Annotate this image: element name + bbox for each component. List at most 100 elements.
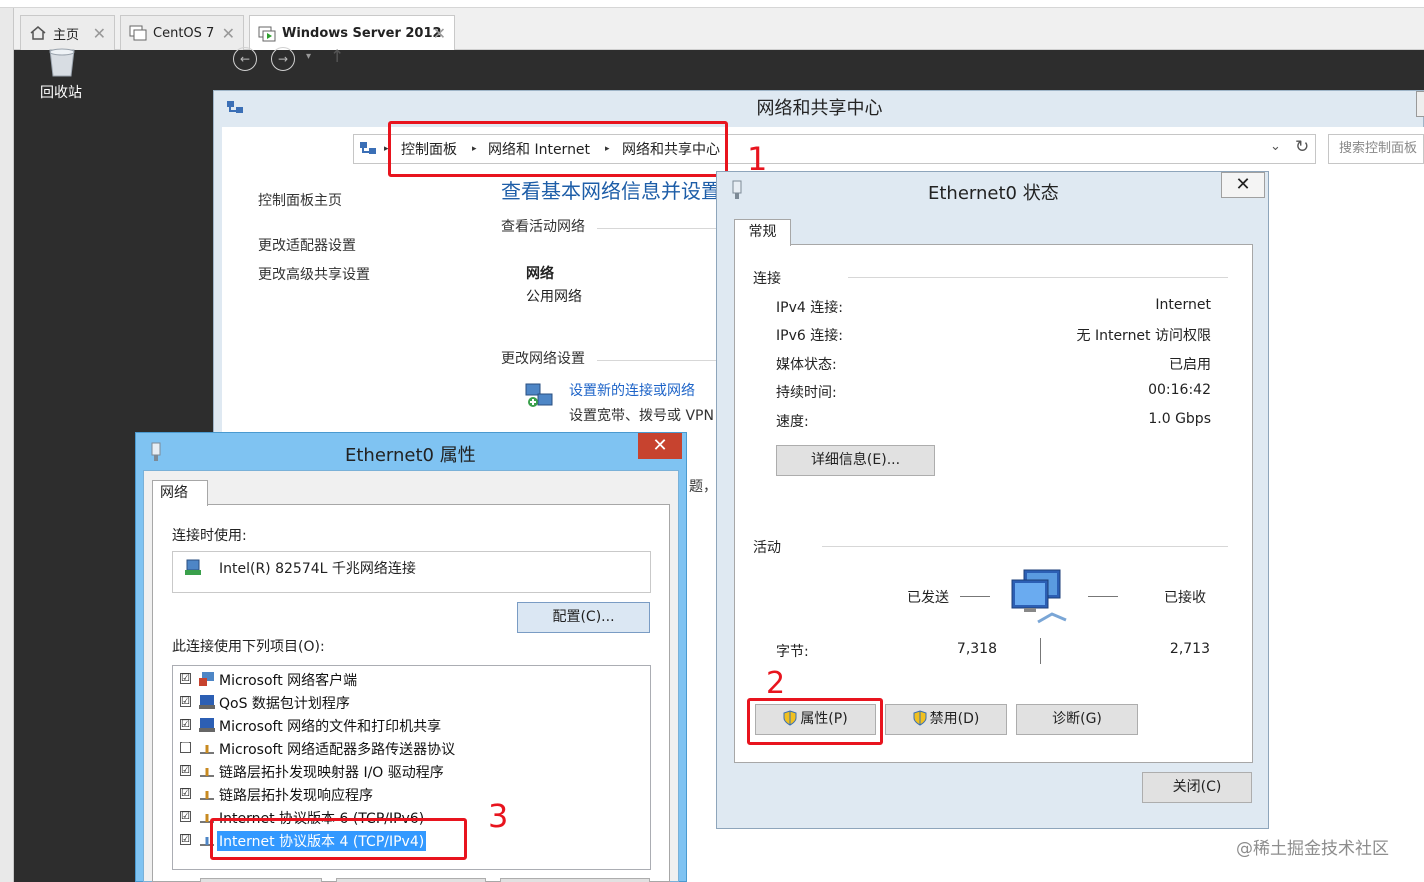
uac-shield-icon: [913, 708, 927, 726]
duration-label: 持续时间:: [776, 385, 837, 401]
search-input[interactable]: 搜索控制面板: [1328, 134, 1424, 164]
annotation-box-3: [210, 818, 467, 860]
setup-connection-link[interactable]: 设置新的连接或网络: [569, 380, 695, 400]
checkbox[interactable]: ☑: [180, 834, 191, 845]
home-icon: [29, 25, 47, 41]
bytes-received-value: 2,713: [1169, 641, 1210, 657]
received-label: 已接收: [1164, 590, 1206, 606]
network-type[interactable]: 公用网络: [526, 286, 582, 306]
item-label: Microsoft 网络客户端: [219, 673, 358, 689]
status-close-button[interactable]: ✕: [1221, 172, 1265, 198]
checkbox[interactable]: ☑: [180, 788, 191, 799]
chevron-down-icon[interactable]: ⌄: [1270, 139, 1281, 154]
item-label: Microsoft 网络的文件和打印机共享: [219, 719, 442, 735]
disable-button-label: 禁用(D): [929, 711, 980, 727]
adapter-name: Intel(R) 82574L 千兆网络连接: [219, 561, 416, 577]
network-name: 网络: [526, 266, 554, 282]
close-icon[interactable]: ✕: [433, 24, 446, 43]
annotation-box-1: [388, 121, 728, 177]
watermark: @稀土掘金技术社区: [1236, 839, 1389, 859]
sidebar-item-change-adapter[interactable]: 更改适配器设置: [258, 235, 356, 255]
vm-icon: [129, 25, 147, 41]
network-adapter-icon: [731, 180, 743, 200]
sidebar-item-control-panel-home[interactable]: 控制面板主页: [258, 190, 342, 210]
protocol-icon: [198, 739, 216, 757]
tab-centos-label: CentOS 7: [153, 25, 215, 41]
setup-connection-desc: 设置宽带、拨号或 VPN: [569, 408, 714, 424]
divider: [597, 228, 717, 229]
vm-running-icon: [258, 26, 276, 42]
checkbox[interactable]: ☐: [180, 742, 191, 753]
item-label: 链路层拓扑发现响应程序: [219, 788, 373, 804]
checkbox[interactable]: ☑: [180, 811, 191, 822]
tab-windows-server-label: Windows Server 2012: [282, 26, 442, 41]
item-label: Microsoft 网络适配器多路传送器协议: [219, 742, 456, 758]
properties-dialog-title: Ethernet0 属性: [345, 445, 476, 466]
checkbox[interactable]: ☑: [180, 673, 191, 684]
sidebar-item-advanced-sharing[interactable]: 更改高级共享设置: [258, 264, 370, 284]
details-button[interactable]: 详细信息(E)...: [776, 445, 935, 476]
media-state-value: 已启用: [1169, 357, 1211, 373]
status-dialog-title: Ethernet0 状态: [928, 183, 1059, 204]
tab-home[interactable]: 主页 ✕: [20, 15, 115, 50]
checkbox[interactable]: ☑: [180, 696, 191, 707]
tab-general[interactable]: 常规: [734, 219, 791, 246]
divider: [1040, 638, 1041, 664]
item-properties-button[interactable]: [500, 878, 650, 882]
refresh-icon[interactable]: ↻: [1295, 137, 1309, 157]
tab-network[interactable]: 网络: [152, 480, 208, 506]
history-dropdown-icon[interactable]: ▾: [306, 51, 311, 62]
disable-button[interactable]: 禁用(D): [885, 704, 1007, 735]
speed-label: 速度:: [776, 414, 809, 430]
protocol-icon: [198, 762, 216, 780]
items-label: 此连接使用下列项目(O):: [172, 639, 325, 655]
checkbox[interactable]: ☑: [180, 765, 191, 776]
nic-icon: [184, 558, 204, 578]
checkbox[interactable]: ☑: [180, 719, 191, 730]
divider: [822, 546, 1228, 547]
protocol-icon: [198, 785, 216, 803]
close-icon[interactable]: ✕: [222, 24, 235, 43]
ipv6-value: 无 Internet 访问权限: [1076, 328, 1212, 344]
item-label: QoS 数据包计划程序: [219, 696, 350, 712]
host-left-edge: [0, 8, 14, 882]
up-arrow-icon[interactable]: ↑: [330, 47, 344, 67]
properties-close-button[interactable]: ✕: [638, 433, 682, 459]
back-button[interactable]: ←: [233, 47, 257, 71]
bytes-sent-value: 7,318: [956, 641, 997, 657]
divider: [848, 277, 1228, 278]
service-icon: [198, 716, 216, 734]
tab-centos[interactable]: CentOS 7 ✕: [120, 15, 244, 50]
uninstall-button[interactable]: [336, 878, 486, 882]
forward-button[interactable]: →: [271, 47, 295, 71]
recycle-bin-icon[interactable]: [44, 48, 80, 78]
bytes-label: 字节:: [776, 644, 809, 660]
connection-section-label: 连接: [753, 271, 781, 287]
sent-label: 已发送: [907, 590, 949, 606]
network-adapter-icon: [150, 442, 162, 462]
ipv4-label: IPv4 连接:: [776, 300, 843, 316]
network-activity-icon: [1008, 568, 1072, 628]
ipv4-value: Internet: [1155, 297, 1211, 313]
window-control-edge[interactable]: [1416, 91, 1424, 117]
ipv6-label: IPv6 连接:: [776, 328, 843, 344]
recycle-bin-label[interactable]: 回收站: [40, 82, 82, 102]
annotation-box-2: [747, 698, 883, 745]
close-icon[interactable]: ✕: [93, 24, 106, 43]
close-button[interactable]: 关闭(C): [1142, 772, 1252, 803]
install-button[interactable]: [200, 878, 322, 882]
activity-section-label: 活动: [753, 540, 781, 556]
diagnose-button[interactable]: 诊断(G): [1016, 704, 1138, 735]
control-panel-icon: [359, 140, 377, 158]
connect-using-label: 连接时使用:: [172, 528, 247, 544]
page-title: 查看基本网络信息并设置: [501, 179, 721, 203]
configure-button[interactable]: 配置(C)...: [517, 602, 650, 633]
active-networks-label: 查看活动网络: [501, 219, 585, 235]
tab-windows-server[interactable]: Windows Server 2012 ✕: [249, 15, 455, 51]
annotation-number-3: 3: [488, 797, 509, 835]
status-tab-pane: [734, 244, 1253, 763]
divider: [960, 596, 990, 597]
host-top-strip: [0, 0, 1424, 8]
divider: [1088, 596, 1118, 597]
tab-home-label: 主页: [53, 27, 80, 43]
